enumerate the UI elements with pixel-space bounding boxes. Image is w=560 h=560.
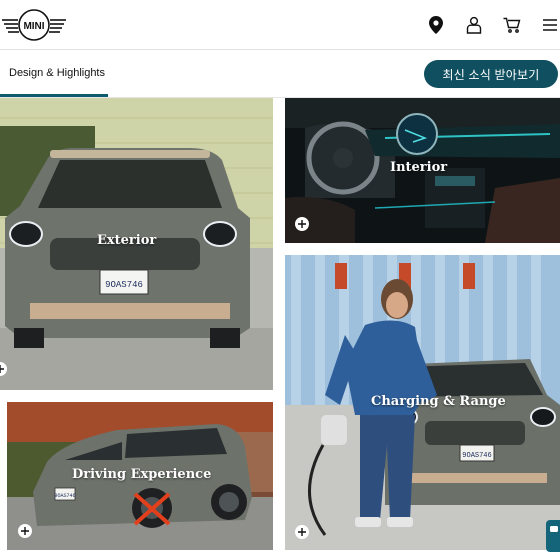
tile-exterior[interactable]: 9OAS746 Exterior: [0, 98, 273, 390]
cart-icon[interactable]: [501, 14, 523, 36]
tile-title-charging-range: Charging & Range: [371, 394, 506, 409]
page: MINI Design & Highlights 최신 소식 받아보기 9OAS…: [0, 0, 560, 560]
exterior-plate: 9OAS746: [105, 280, 143, 290]
charging-plus-icon[interactable]: [295, 525, 309, 539]
charging-plate: 9OAS746: [462, 452, 491, 460]
newsletter-button[interactable]: 최신 소식 받아보기: [424, 60, 558, 88]
logo-text: MINI: [23, 21, 44, 32]
driving-plus-icon[interactable]: [18, 524, 32, 538]
tile-title-driving-experience: Driving Experience: [72, 467, 212, 482]
tile-title-exterior: Exterior: [97, 233, 157, 248]
chat-icon: [550, 526, 558, 532]
tile-title-interior: Interior: [390, 160, 448, 175]
tile-interior[interactable]: Interior: [285, 98, 560, 243]
chat-widget-tab[interactable]: [546, 520, 560, 552]
user-icon[interactable]: [463, 14, 485, 36]
subnav-label[interactable]: Design & Highlights: [9, 67, 105, 79]
interior-plus-icon[interactable]: [295, 217, 309, 231]
mini-logo[interactable]: MINI: [2, 8, 66, 42]
driving-plate: 9OAS746: [54, 493, 75, 499]
tile-driving-experience[interactable]: 9OAS746 Driving Experience: [7, 402, 273, 550]
site-header: MINI: [0, 0, 560, 50]
tile-charging-range[interactable]: 9OAS746 Charging & Range: [285, 255, 560, 550]
menu-icon[interactable]: [539, 14, 560, 36]
location-pin-icon[interactable]: [425, 14, 447, 36]
